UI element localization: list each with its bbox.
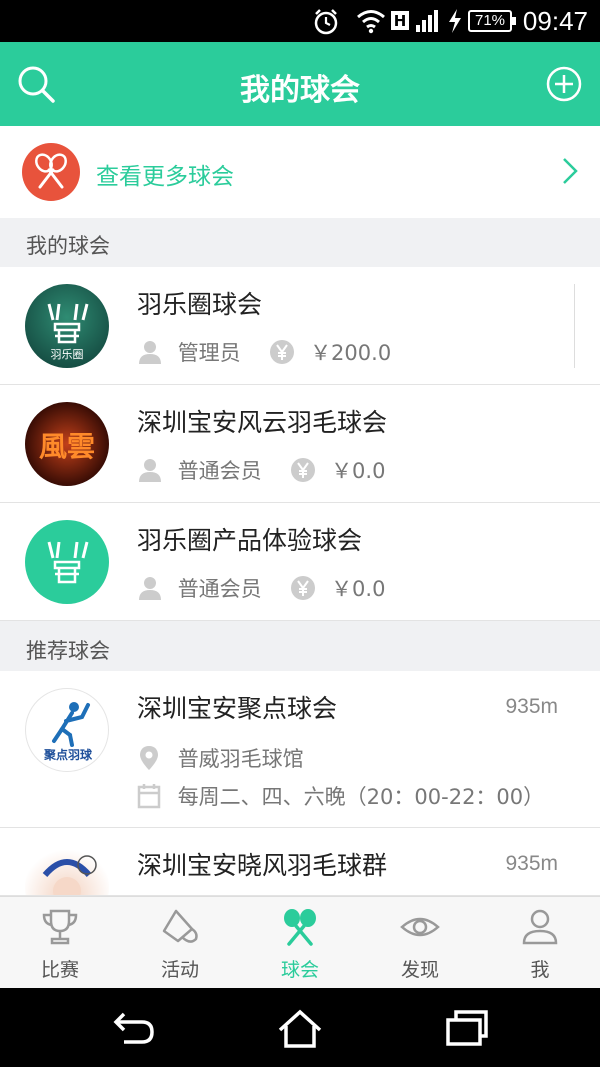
list-item[interactable]: 羽乐圈产品体验球会 普通会员 ￥0.0: [0, 503, 600, 621]
yen-icon: [291, 458, 316, 482]
member-role: 普通会员: [177, 459, 262, 483]
venue-name: 普威羽毛球馆: [177, 747, 304, 771]
club-venue: 普威羽毛球馆: [137, 743, 326, 773]
club-name: 羽乐圈产品体验球会: [137, 526, 363, 555]
alarm-icon: [314, 9, 338, 35]
view-more-clubs-label: 查看更多球会: [96, 164, 234, 190]
person-icon: [522, 909, 558, 945]
member-balance: ￥0.0: [331, 577, 386, 601]
h-network-icon: H: [391, 11, 409, 30]
section-title-recommended: 推荐球会: [26, 639, 110, 663]
club-avatar: 羽乐圈: [25, 284, 109, 368]
svg-text:H: H: [394, 12, 407, 30]
yen-icon: [291, 576, 316, 600]
system-nav-bar: [0, 988, 600, 1067]
location-pin-icon: [140, 746, 158, 770]
status-time: 09:47: [522, 6, 588, 36]
wifi-icon: [357, 10, 385, 34]
charging-icon: [449, 9, 461, 33]
schedule-text: 每周二、四、六晚（20：00-22：00）: [177, 785, 545, 809]
person-icon: [139, 341, 161, 364]
trophy-icon: [42, 909, 78, 945]
eye-icon: [400, 917, 440, 937]
club-schedule: 每周二、四、六晚（20：00-22：00）: [137, 781, 566, 811]
add-icon[interactable]: [542, 62, 586, 106]
tab-label: 球会: [280, 959, 319, 981]
club-meta: 管理员 ￥200.0: [137, 337, 413, 367]
bottom-tab-bar: 比赛 活动 球会 发现 我: [0, 896, 600, 988]
signal-icon: [416, 10, 438, 32]
back-icon[interactable]: [110, 1008, 156, 1048]
crossed-rackets-icon: [284, 909, 316, 946]
list-item[interactable]: 聚点羽球 深圳宝安聚点球会 935m 普威羽毛球馆 每周二、四、六晚（20：00…: [0, 671, 600, 828]
rackets-logo-icon: [22, 143, 80, 201]
club-avatar: [25, 845, 109, 895]
recent-apps-icon[interactable]: [444, 1008, 490, 1048]
club-meta: 普通会员 ￥0.0: [137, 455, 407, 485]
club-meta: 普通会员 ￥0.0: [137, 573, 407, 603]
person-icon: [139, 459, 161, 482]
club-name: 深圳宝安晓风羽毛球群: [137, 851, 388, 880]
club-name: 羽乐圈球会: [137, 290, 263, 319]
chevron-right-icon: [563, 158, 578, 184]
tab-label: 比赛: [40, 959, 79, 981]
tab-label: 活动: [160, 959, 199, 981]
home-icon[interactable]: [276, 1008, 324, 1050]
calendar-icon: [137, 784, 161, 809]
tab-competition[interactable]: 比赛: [0, 897, 120, 989]
club-name: 深圳宝安风云羽毛球会: [137, 408, 388, 437]
club-avatar: 聚点羽球: [25, 688, 109, 772]
member-balance: ￥200.0: [310, 341, 392, 365]
tab-label: 发现: [400, 959, 439, 981]
club-distance: 935m: [505, 852, 558, 875]
tab-me[interactable]: 我: [480, 897, 600, 989]
divider: [574, 284, 575, 368]
tab-clubs[interactable]: 球会: [240, 897, 360, 989]
person-icon: [139, 577, 161, 600]
avatar-caption: 羽乐圈: [51, 348, 84, 361]
list-item[interactable]: 風雲 深圳宝安风云羽毛球会 普通会员 ￥0.0: [0, 385, 600, 503]
tab-activity[interactable]: 活动: [120, 897, 240, 989]
club-avatar: 風雲: [25, 402, 109, 486]
avatar-caption: 聚点羽球: [43, 747, 93, 762]
member-role: 普通会员: [177, 577, 262, 601]
member-balance: ￥0.0: [331, 459, 386, 483]
page-title: 我的球会: [240, 73, 360, 108]
section-title-my-clubs: 我的球会: [26, 234, 110, 258]
club-distance: 935m: [505, 695, 558, 718]
tab-label: 我: [530, 959, 550, 981]
app-header: 我的球会: [0, 42, 600, 126]
status-bar: H 71% 09:47: [0, 0, 600, 42]
tab-discover[interactable]: 发现: [360, 897, 480, 989]
yen-icon: [270, 340, 295, 364]
view-more-clubs-row[interactable]: 查看更多球会: [0, 126, 600, 218]
avatar-caption: 風雲: [39, 430, 95, 463]
club-avatar: [25, 520, 109, 604]
shuttlecock-icon: [162, 909, 198, 943]
list-item[interactable]: 深圳宝安晓风羽毛球群 935m: [0, 828, 600, 896]
member-role: 管理员: [177, 341, 241, 365]
battery-indicator: 71%: [468, 10, 516, 32]
club-name: 深圳宝安聚点球会: [137, 694, 338, 723]
list-item[interactable]: 羽乐圈 羽乐圈球会 管理员 ￥200.0: [0, 267, 600, 385]
